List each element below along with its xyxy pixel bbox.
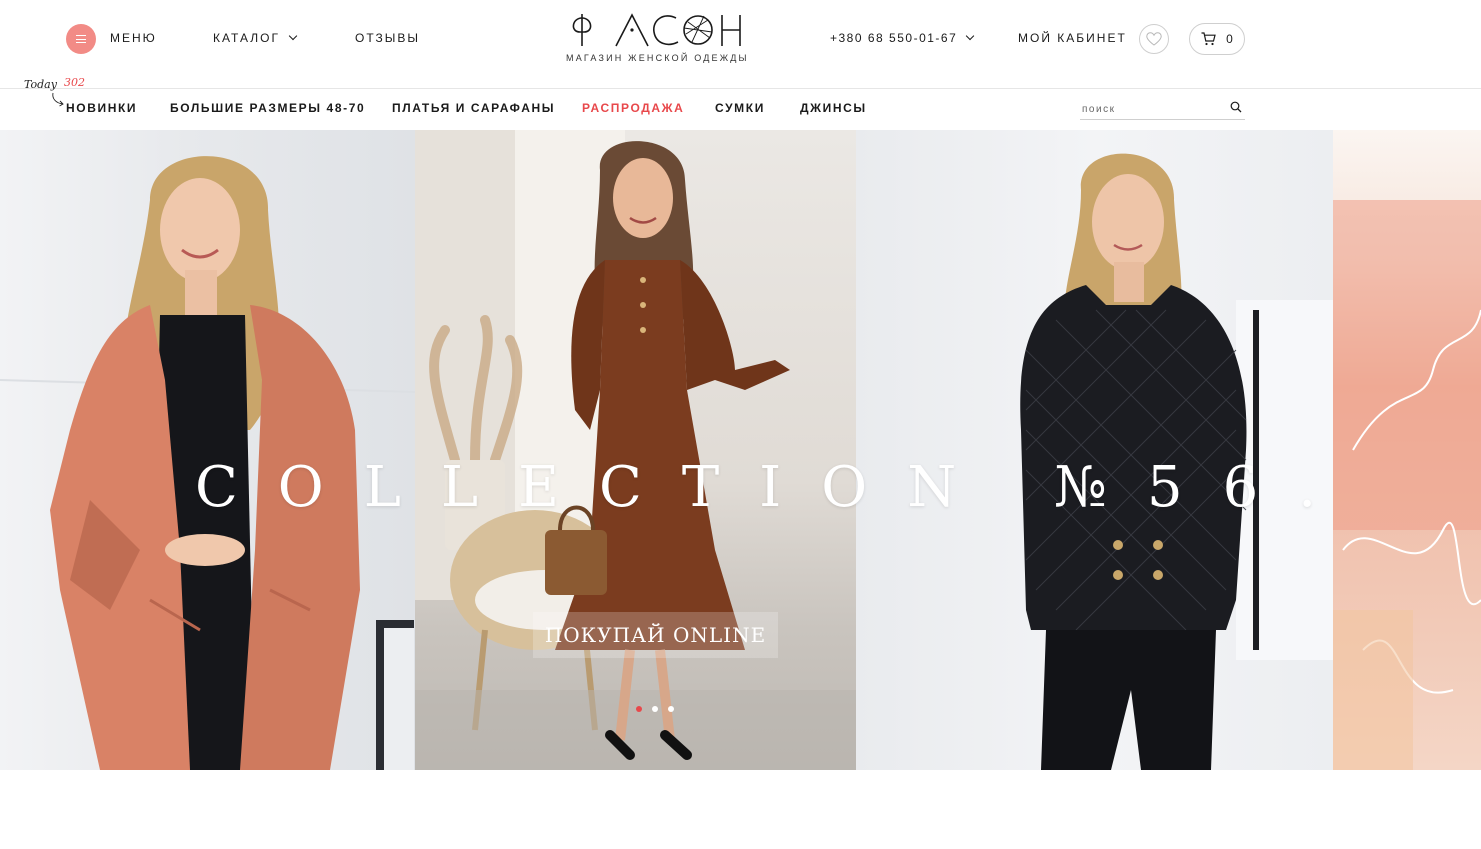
category-nav: НОВИНКИ БОЛЬШИЕ РАЗМЕРЫ 48-70 ПЛАТЬЯ И С… bbox=[0, 89, 1481, 130]
cart-count: 0 bbox=[1226, 32, 1233, 46]
phone-number: +380 68 550-01-67 bbox=[830, 31, 958, 45]
cart-button[interactable]: 0 bbox=[1189, 23, 1245, 55]
nav-item-dresses[interactable]: ПЛАТЬЯ И САРАФАНЫ bbox=[392, 101, 555, 115]
brown-dress-model-image bbox=[415, 130, 856, 770]
hero-abstract-pink-art bbox=[1333, 130, 1481, 770]
chevron-down-icon bbox=[966, 31, 975, 41]
hero-slider[interactable]: COLLECTION №56. ПОКУПАЙ ONLINE bbox=[0, 130, 1481, 770]
catalog-label: КАТАЛОГ bbox=[213, 31, 280, 45]
menu-toggle-button[interactable] bbox=[66, 24, 96, 54]
search-icon[interactable] bbox=[1230, 101, 1242, 113]
slider-dots bbox=[636, 706, 674, 712]
cart-icon bbox=[1201, 32, 1216, 46]
hamburger-icon bbox=[76, 35, 86, 43]
wishlist-button[interactable] bbox=[1139, 24, 1169, 54]
logo-wordmark bbox=[572, 13, 741, 47]
my-account-link[interactable]: МОЙ КАБИНЕТ bbox=[1018, 31, 1127, 45]
coral-blazer-model-image bbox=[0, 156, 415, 770]
search-box bbox=[1080, 98, 1245, 120]
chevron-down-icon bbox=[288, 31, 298, 41]
phone-dropdown[interactable]: +380 68 550-01-67 bbox=[830, 31, 975, 45]
shop-online-button[interactable]: ПОКУПАЙ ONLINE bbox=[533, 612, 778, 658]
logo-subtitle: МАГАЗИН ЖЕНСКОЙ ОДЕЖДЫ bbox=[566, 53, 749, 63]
site-logo[interactable]: МАГАЗИН ЖЕНСКОЙ ОДЕЖДЫ bbox=[566, 12, 746, 70]
nav-item-jeans[interactable]: ДЖИНСЫ bbox=[800, 101, 867, 115]
top-header: МЕНЮ КАТАЛОГ ОТЗЫВЫ МАГАЗИН ЖЕНСКОЙ ОДЕЖ… bbox=[0, 0, 1481, 88]
slider-dot-3[interactable] bbox=[668, 706, 674, 712]
catalog-dropdown[interactable]: КАТАЛОГ bbox=[213, 31, 298, 45]
slider-dot-2[interactable] bbox=[652, 706, 658, 712]
nav-item-new[interactable]: НОВИНКИ bbox=[66, 101, 137, 115]
slider-dot-1[interactable] bbox=[636, 706, 642, 712]
nav-item-sale[interactable]: РАСПРОДАЖА bbox=[582, 101, 684, 115]
nav-item-bags[interactable]: СУМКИ bbox=[715, 101, 765, 115]
heart-icon bbox=[1146, 32, 1162, 46]
hero-photo-brown-dress bbox=[415, 130, 856, 770]
abstract-line-art-image bbox=[1333, 200, 1481, 770]
black-jacket-model-image bbox=[1020, 153, 1333, 770]
reviews-link[interactable]: ОТЗЫВЫ bbox=[355, 31, 420, 45]
today-count: 302 bbox=[64, 76, 85, 89]
hero-photo-coral-blazer bbox=[0, 130, 415, 770]
menu-link[interactable]: МЕНЮ bbox=[110, 31, 157, 45]
nav-item-plus-sizes[interactable]: БОЛЬШИЕ РАЗМЕРЫ 48-70 bbox=[170, 101, 365, 115]
search-input[interactable] bbox=[1082, 101, 1222, 117]
hero-photo-black-jacket bbox=[856, 130, 1333, 770]
